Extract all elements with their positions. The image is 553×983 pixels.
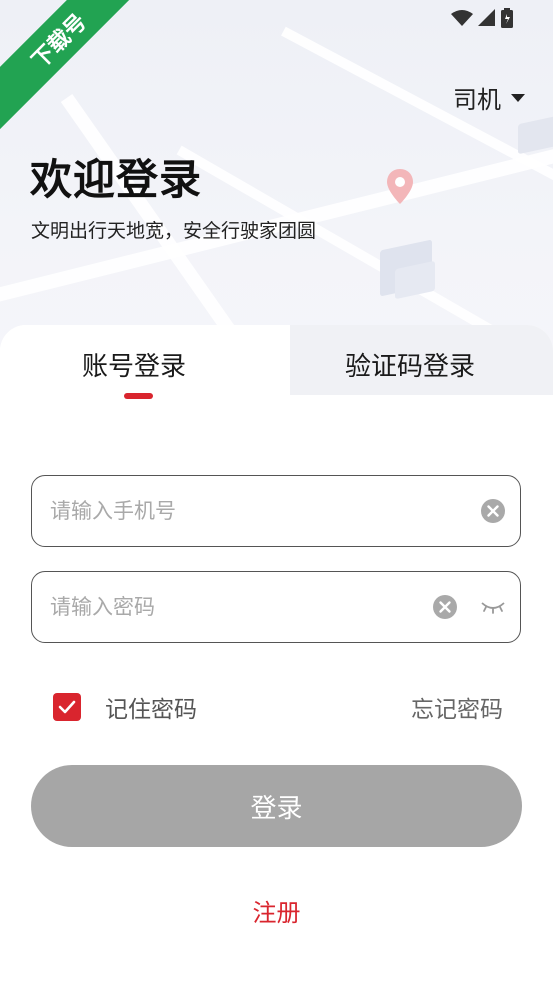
status-bar <box>451 8 513 32</box>
page-subtitle: 文明出行天地宽，安全行驶家团圆 <box>31 220 317 242</box>
tab-code-login[interactable]: 验证码登录 <box>345 346 475 383</box>
login-card <box>0 325 553 983</box>
phone-input[interactable] <box>48 498 480 524</box>
map-pin-icon <box>386 168 414 210</box>
password-input[interactable] <box>48 594 432 620</box>
remember-label: 记住密码 <box>105 697 197 723</box>
remember-password-toggle[interactable]: 记住密码 <box>53 690 197 724</box>
password-field <box>31 571 521 643</box>
page-title: 欢迎登录 <box>30 155 203 204</box>
login-button[interactable]: 登录 <box>31 765 522 847</box>
checkmark-icon <box>58 700 76 714</box>
signal-icon <box>478 9 496 31</box>
battery-icon <box>501 8 513 32</box>
eye-closed-icon[interactable] <box>480 599 506 615</box>
tab-account-login[interactable]: 账号登录 <box>82 346 186 383</box>
clear-icon[interactable] <box>432 594 458 620</box>
tab-active-indicator <box>124 393 153 399</box>
role-selector[interactable]: 司机 <box>453 80 525 115</box>
register-link[interactable]: 注册 <box>0 893 553 928</box>
caret-down-icon <box>511 93 525 102</box>
phone-field <box>31 475 521 547</box>
role-label: 司机 <box>453 86 501 114</box>
forgot-password-link[interactable]: 忘记密码 <box>411 690 503 724</box>
clear-icon[interactable] <box>480 498 506 524</box>
wifi-icon <box>451 9 473 31</box>
remember-checkbox[interactable] <box>53 693 81 721</box>
